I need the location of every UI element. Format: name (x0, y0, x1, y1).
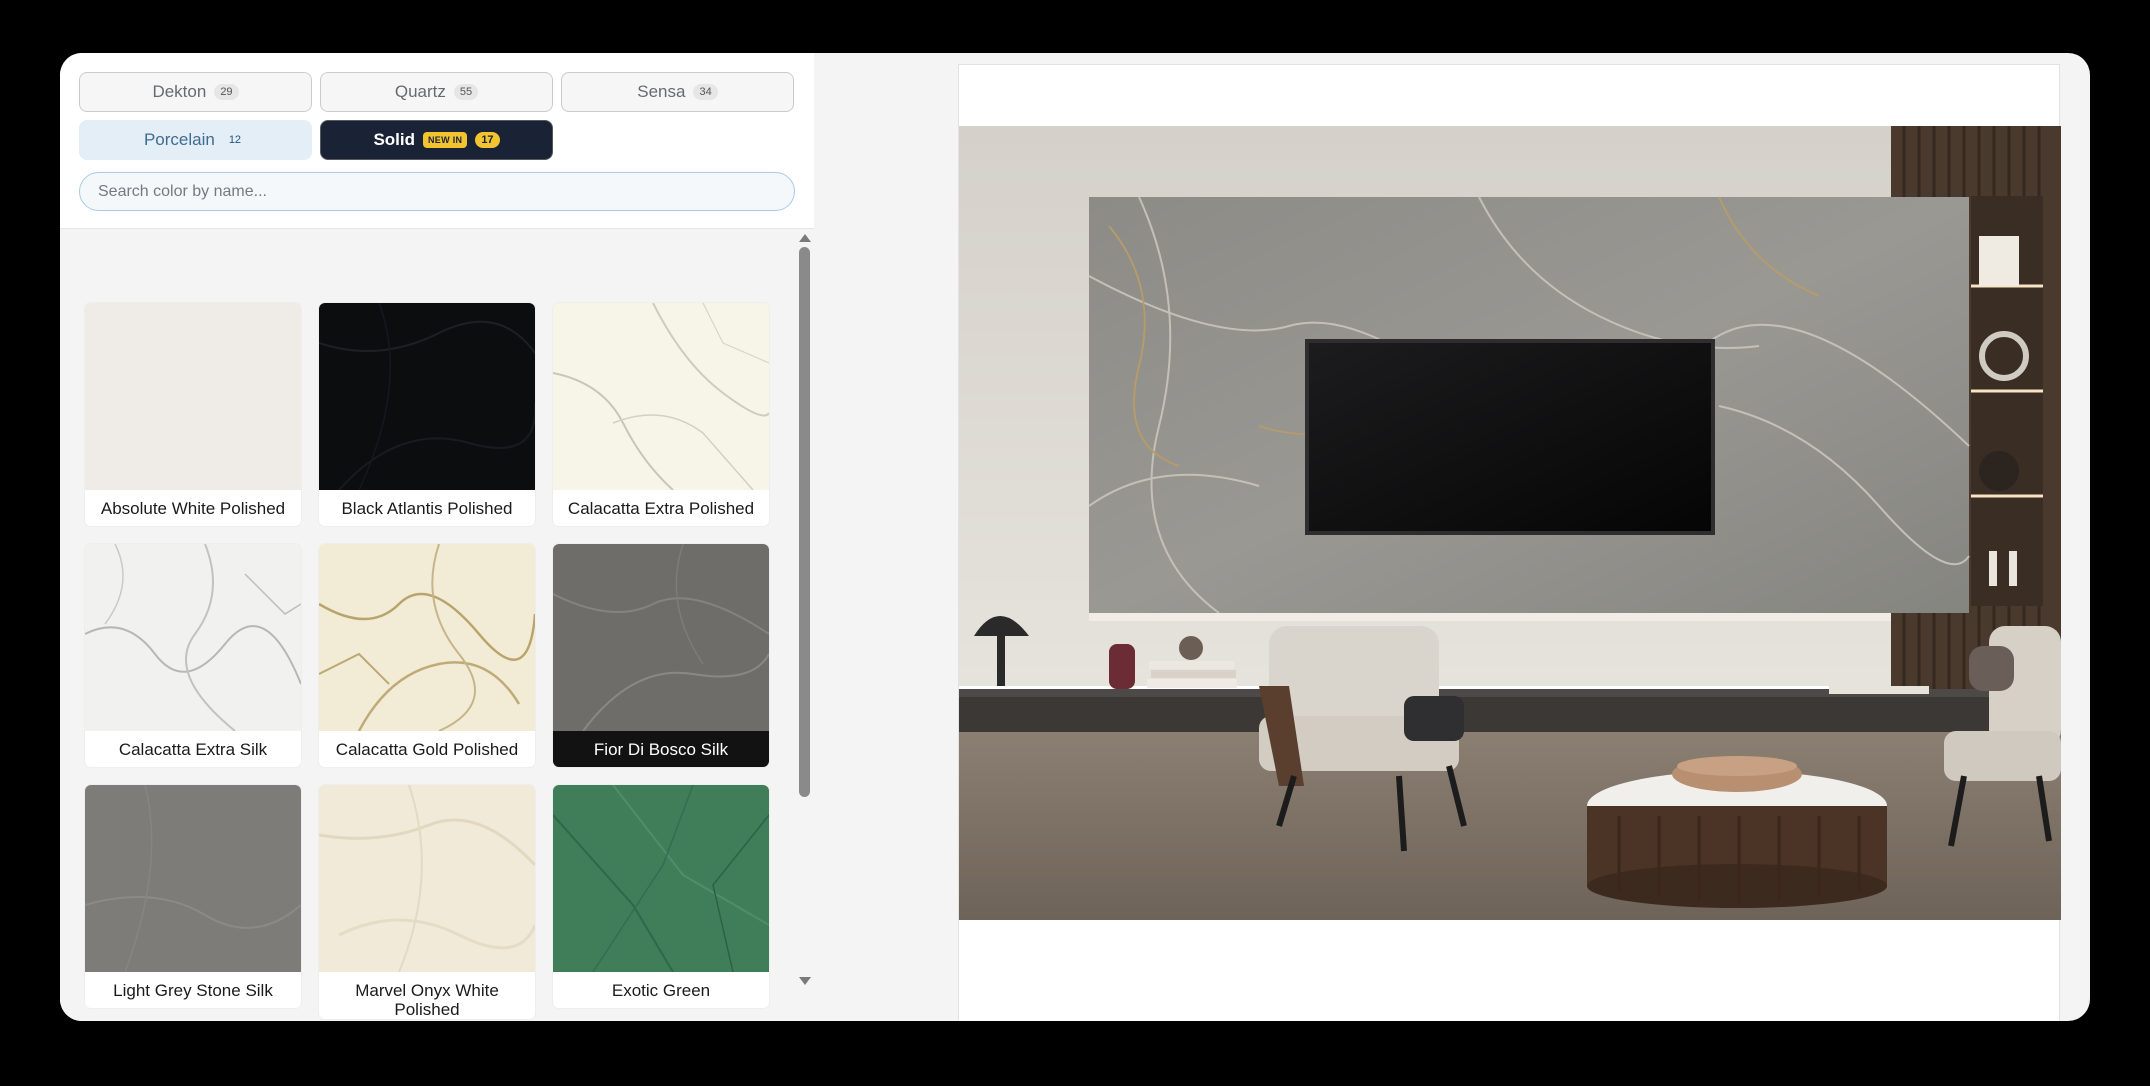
color-name: Light Grey Stone Silk (113, 981, 273, 1000)
color-swatch (553, 303, 769, 490)
tab-quartz[interactable]: Quartz 55 (320, 72, 553, 112)
color-card-calacatta-gold-polished[interactable]: Calacatta Gold Polished (319, 544, 535, 767)
tab-sensa[interactable]: Sensa 34 (561, 72, 794, 112)
tab-dekton[interactable]: Dekton 29 (79, 72, 312, 112)
color-name: Fior Di Bosco Silk (553, 731, 769, 767)
room-preview-image (959, 126, 2061, 920)
color-card-absolute-white-polished[interactable]: Absolute White Polished (85, 303, 301, 526)
tab-porcelain[interactable]: Porcelain 12 (79, 120, 312, 160)
color-card-calacatta-extra-silk[interactable]: Calacatta Extra Silk (85, 544, 301, 767)
color-swatch (85, 544, 301, 731)
tab-label: Solid (373, 130, 415, 149)
color-card-marvel-onyx-white-polished[interactable]: Marvel Onyx White Polished (319, 785, 535, 1019)
tab-label: Porcelain (143, 130, 215, 149)
scrollbar-thumb[interactable] (799, 247, 810, 797)
tab-count-badge: 34 (693, 84, 718, 100)
color-swatch (319, 785, 535, 972)
color-swatch (319, 303, 535, 490)
room-preview-panel (958, 64, 2061, 1021)
scroll-up-arrow-icon[interactable] (799, 234, 811, 242)
color-picker-panel: Dekton 29 Quartz 55 Sensa 34 Porcelain 1… (60, 53, 814, 1021)
color-swatch (553, 544, 769, 731)
color-swatch (85, 303, 301, 490)
app-window: Dekton 29 Quartz 55 Sensa 34 Porcelain 1… (60, 53, 2090, 1021)
new-in-badge: NEW IN (423, 132, 468, 148)
color-grid: Absolute White Polished Black Atlantis P… (60, 229, 814, 1021)
search-input[interactable] (79, 172, 795, 211)
color-card-black-atlantis-polished[interactable]: Black Atlantis Polished (319, 303, 535, 526)
color-swatch (319, 544, 535, 731)
color-name: Black Atlantis Polished (341, 499, 513, 518)
scroll-down-arrow-icon[interactable] (799, 977, 811, 985)
tab-count-badge: 12 (228, 134, 242, 146)
tab-count-badge: 17 (475, 132, 500, 148)
color-swatch (85, 785, 301, 972)
color-name: Exotic Green (611, 981, 711, 1000)
tab-count-badge: 55 (453, 84, 479, 100)
color-name: Absolute White Polished (100, 499, 286, 518)
color-name: Calacatta Extra Polished (567, 499, 755, 518)
tab-label: Quartz (394, 82, 446, 101)
color-card-calacatta-extra-polished[interactable]: Calacatta Extra Polished (553, 303, 769, 526)
tab-solid[interactable]: Solid NEW IN 17 (320, 120, 553, 160)
color-name: Calacatta Extra Silk (118, 740, 268, 759)
grid-scrollbar[interactable] (797, 229, 811, 989)
color-name: Marvel Onyx White Polished (355, 981, 499, 1019)
color-card-exotic-green[interactable]: Exotic Green (553, 785, 769, 1008)
tab-label: Sensa (637, 82, 686, 101)
color-name: Calacatta Gold Polished (335, 740, 519, 759)
tab-label: Dekton (152, 82, 207, 101)
color-swatch (553, 785, 769, 972)
color-card-light-grey-stone-silk[interactable]: Light Grey Stone Silk (85, 785, 301, 1008)
color-card-fior-di-bosco-silk[interactable]: Fior Di Bosco Silk (553, 544, 769, 767)
tab-count-badge: 29 (214, 84, 239, 100)
